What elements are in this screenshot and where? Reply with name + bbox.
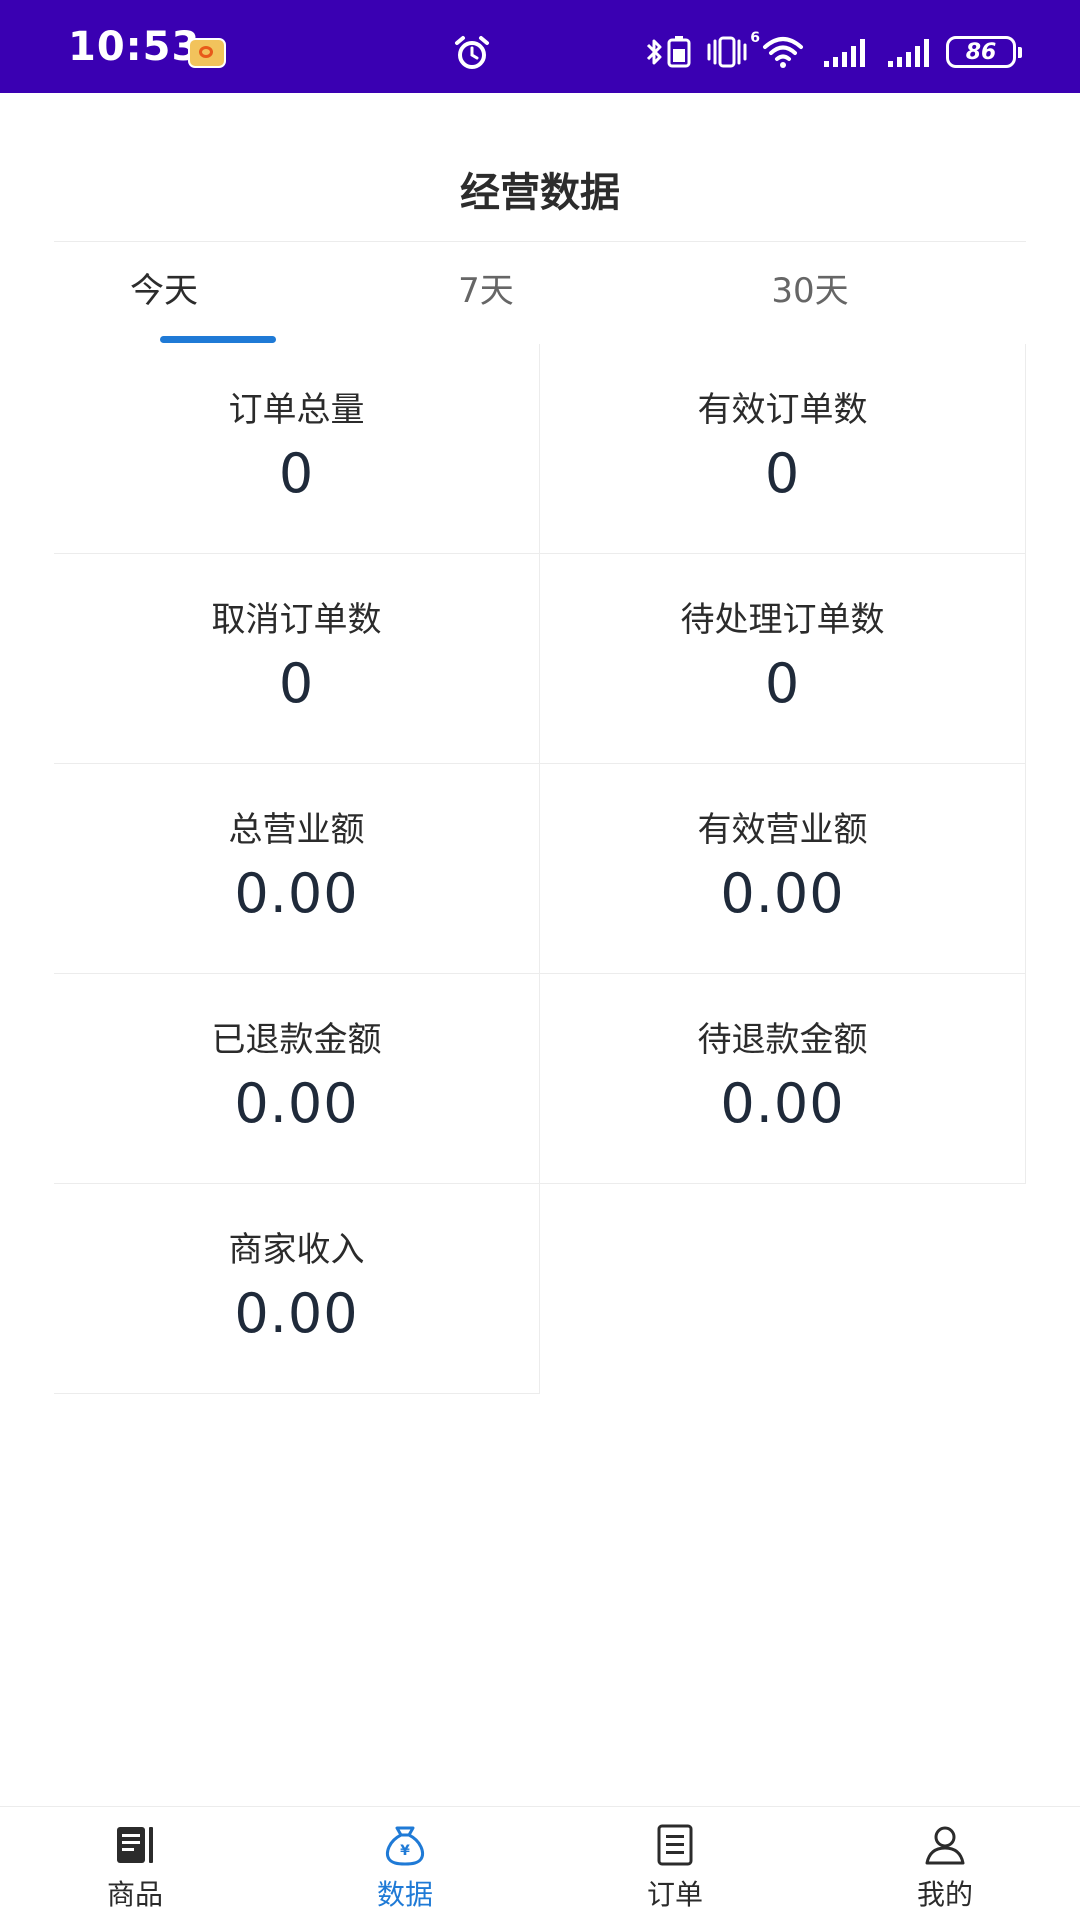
status-icons: 6 86: [632, 30, 1022, 74]
battery-level: 86: [965, 39, 997, 65]
stat-value: 0: [278, 652, 315, 715]
stat-value: 0: [764, 442, 801, 505]
book-icon: [117, 1827, 153, 1863]
signal-strength-icon: [824, 39, 865, 67]
nav-item-orders[interactable]: 订单: [540, 1807, 810, 1921]
stat-card-total-orders: 订单总量 0: [54, 344, 540, 554]
network-type-label: 6: [750, 30, 760, 46]
tab-30-days[interactable]: 30天: [648, 244, 972, 344]
battery-icon: 86: [946, 36, 1022, 68]
active-tab-indicator: [160, 336, 276, 343]
nav-item-data[interactable]: ¥ 数据: [270, 1807, 540, 1921]
stat-card-cancelled-orders: 取消订单数 0: [54, 554, 540, 764]
nav-label: 订单: [646, 1878, 703, 1911]
status-time: 10:53: [68, 24, 201, 70]
status-bar: 10:53 6 86: [0, 0, 1080, 93]
period-tabs: 今天 7天 30天: [54, 244, 1026, 344]
stat-label: 取消订单数: [211, 600, 382, 640]
nav-label: 商品: [106, 1878, 163, 1911]
stat-card-pending-refund: 待退款金额 0.00: [540, 974, 1026, 1184]
svg-text:¥: ¥: [400, 1843, 410, 1859]
stat-card-pending-orders: 待处理订单数 0: [540, 554, 1026, 764]
tab-7-days[interactable]: 7天: [324, 244, 648, 344]
stat-label: 已退款金额: [211, 1020, 382, 1060]
signal-strength-icon: [888, 39, 929, 67]
stat-card-valid-orders: 有效订单数 0: [540, 344, 1026, 554]
stat-value: 0.00: [234, 1282, 359, 1345]
stat-label: 待处理订单数: [680, 600, 885, 640]
document-icon: [657, 1824, 693, 1866]
page-title: 经营数据: [460, 170, 620, 216]
stat-value: 0.00: [234, 862, 359, 925]
nav-label: 我的: [916, 1878, 973, 1911]
stat-label: 待退款金额: [697, 1020, 868, 1060]
stat-label: 商家收入: [228, 1230, 365, 1270]
stat-label: 订单总量: [228, 390, 365, 430]
alarm-clock-icon: [455, 36, 489, 69]
vibrate-icon: [707, 36, 747, 68]
nav-label: 数据: [376, 1878, 433, 1911]
stat-value: 0: [764, 652, 801, 715]
bottom-nav: 商品 ¥ 数据 订单 我的: [0, 1806, 1080, 1921]
stat-label: 总营业额: [228, 810, 365, 850]
bluetooth-battery-icon: [647, 36, 691, 68]
app-notification-icon: [188, 38, 226, 68]
stat-card-total-revenue: 总营业额 0.00: [54, 764, 540, 974]
stat-card-valid-revenue: 有效营业额 0.00: [540, 764, 1026, 974]
tab-today[interactable]: 今天: [2, 244, 326, 344]
stat-value: 0.00: [720, 862, 845, 925]
stat-label: 有效订单数: [697, 390, 868, 430]
stat-card-refunded-amount: 已退款金额 0.00: [54, 974, 540, 1184]
money-bag-icon: ¥: [386, 1826, 424, 1866]
wifi-icon: [763, 37, 803, 68]
stat-value: 0.00: [234, 1072, 359, 1135]
stat-label: 有效营业额: [697, 810, 868, 850]
person-icon: [925, 1826, 965, 1865]
nav-item-products[interactable]: 商品: [0, 1807, 270, 1921]
stat-value: 0: [278, 442, 315, 505]
stat-card-merchant-income: 商家收入 0.00: [54, 1184, 540, 1394]
nav-item-profile[interactable]: 我的: [810, 1807, 1080, 1921]
header-divider: [54, 241, 1026, 242]
stat-value: 0.00: [720, 1072, 845, 1135]
